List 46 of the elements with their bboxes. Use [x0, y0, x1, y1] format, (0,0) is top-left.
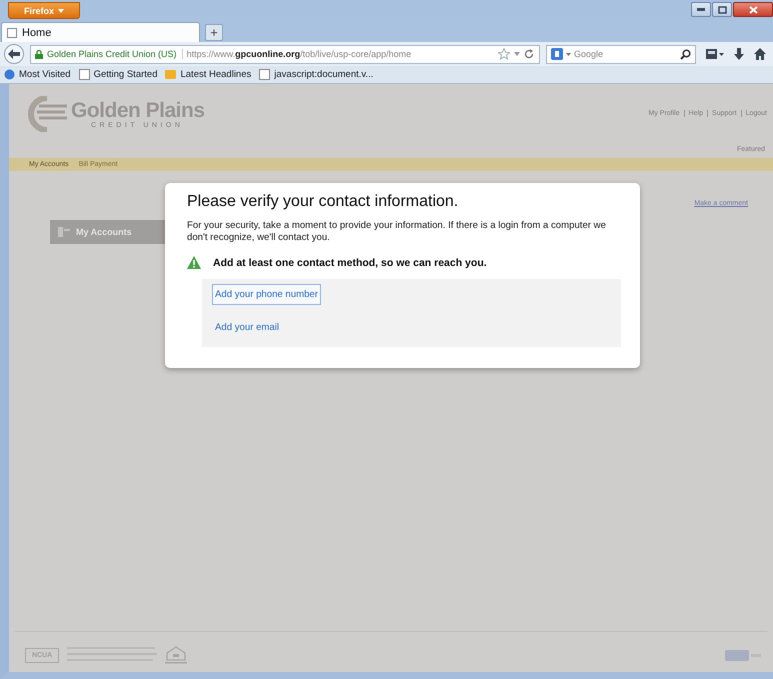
bookmark-item[interactable]: Latest Headlines: [165, 69, 252, 80]
page-icon: [259, 69, 270, 80]
star-icon[interactable]: [498, 48, 510, 60]
back-arrow-icon: [8, 49, 20, 59]
search-engine-icon[interactable]: [551, 48, 563, 60]
close-icon: [748, 6, 758, 14]
maximize-icon: [718, 6, 726, 14]
panel-title: My Accounts: [76, 227, 132, 237]
url-text: https://www.gpcuonline.org/tob/live/usp-core/app/home: [186, 49, 412, 59]
search-field[interactable]: Google: [546, 44, 696, 64]
logo-swoosh-icon: [25, 96, 69, 132]
bookmark-item[interactable]: Getting Started: [78, 69, 158, 80]
warning-message: Add at least one contact method, so we can reach you.: [213, 256, 487, 268]
dropdown-icon[interactable]: [514, 52, 520, 56]
search-icon[interactable]: [680, 48, 691, 60]
page-menu-icon[interactable]: [706, 48, 724, 60]
warning-icon: [187, 256, 201, 269]
download-icon[interactable]: [734, 48, 744, 60]
maximize-button[interactable]: [712, 2, 732, 17]
lock-icon: [35, 50, 43, 58]
site-identity[interactable]: Golden Plains Credit Union (US): [47, 49, 183, 59]
bookmark-item[interactable]: javascript:document.v...: [259, 69, 374, 80]
accounts-icon: [58, 227, 70, 237]
caret-icon: [58, 8, 64, 12]
page-icon: [78, 69, 90, 80]
address-bar[interactable]: Golden Plains Credit Union (US) https://www.gpcuonline.org/tob/live/usp-core/app/home: [30, 44, 540, 64]
firefox-menu-button[interactable]: Firefox: [8, 2, 80, 19]
back-button[interactable]: [4, 44, 24, 64]
equal-housing-icon: [165, 646, 188, 664]
dialog-message: For your security, take a moment to provide your information. If there is a login from a computer we don't recognize, we'll contact you.: [187, 220, 607, 244]
dialog-title: Please verify your contact information.: [187, 193, 460, 211]
dropdown-icon[interactable]: [566, 52, 571, 56]
contact-link[interactable]: Add your phone number: [212, 284, 321, 304]
home-icon[interactable]: [754, 48, 766, 60]
close-button[interactable]: [733, 2, 773, 17]
new-tab-button[interactable]: +: [205, 24, 223, 41]
browser-tab[interactable]: Home: [1, 22, 200, 42]
page-icon: [7, 28, 17, 38]
search-placeholder: Google: [574, 49, 604, 59]
minimize-icon: [697, 8, 705, 11]
bookmark-item[interactable]: Most Visited: [4, 69, 71, 80]
footer-logo-drawing: [725, 650, 761, 660]
folder-icon: [165, 69, 176, 80]
reload-icon[interactable]: [524, 49, 534, 59]
minimize-button[interactable]: [691, 2, 711, 17]
contact-link[interactable]: Add your email: [212, 316, 282, 338]
